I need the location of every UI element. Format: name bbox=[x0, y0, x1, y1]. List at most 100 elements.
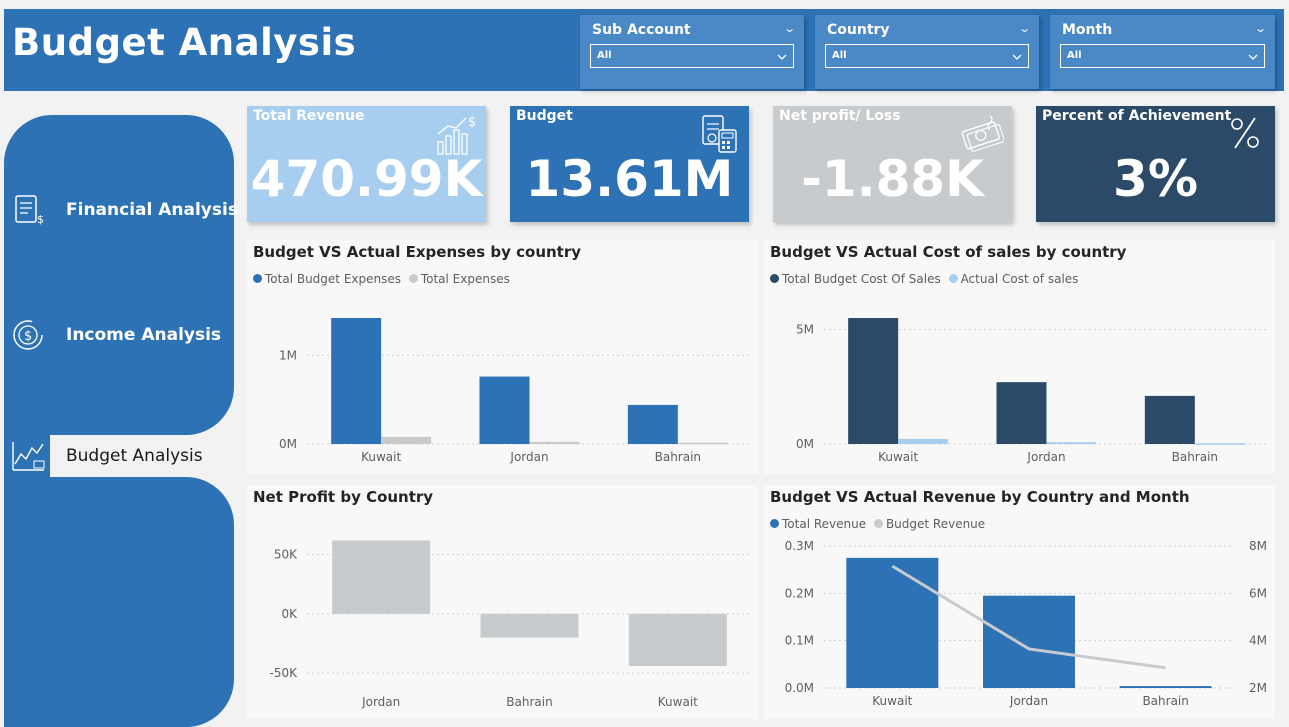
y-tick-label: 50K bbox=[274, 548, 298, 562]
y-tick-label: 0.0M bbox=[785, 681, 814, 695]
side-navigation: $ Financial Analysis $ Income Analysis B… bbox=[4, 115, 250, 727]
percent-icon bbox=[1231, 117, 1259, 149]
bar bbox=[331, 317, 382, 444]
chart-legend: Total Budget Cost Of Sales Actual Cost o… bbox=[770, 272, 1082, 286]
y2-tick-label: 6M bbox=[1249, 586, 1267, 600]
slicer-dropdown[interactable]: All bbox=[825, 44, 1029, 68]
slicer-value: All bbox=[1067, 50, 1082, 61]
kpi-label: Budget bbox=[516, 108, 573, 124]
document-dollar-icon: $ bbox=[15, 195, 44, 226]
x-tick-label: Jordan bbox=[509, 450, 548, 464]
chart-net-profit-by-country: 50K 0K -50K Jordan Bahrain Kuwait Net Profit … bbox=[247, 485, 758, 719]
nav-item-budget-analysis[interactable]: Budget Analysis bbox=[4, 436, 234, 476]
kpi-value: 13.61M bbox=[525, 150, 734, 208]
nav-item-financial-analysis[interactable]: $ Financial Analysis bbox=[4, 190, 238, 230]
legend-item[interactable]: Total Budget Expenses bbox=[253, 272, 401, 286]
kpi-card-net-profit-loss: Net profit/ Loss -1.88K bbox=[773, 106, 1012, 222]
nav-item-label: Income Analysis bbox=[66, 325, 222, 345]
bar bbox=[983, 595, 1075, 688]
nav-background bbox=[4, 115, 234, 435]
y-tick-label: 0M bbox=[796, 437, 814, 451]
slicer-label: Country bbox=[827, 22, 890, 38]
kpi-label: Percent of Achievement bbox=[1042, 108, 1232, 124]
legend-label: Actual Cost of sales bbox=[960, 272, 1079, 286]
slicer-month[interactable]: Month ⌄ All bbox=[1050, 15, 1275, 89]
slicer-dropdown[interactable]: All bbox=[590, 44, 794, 68]
legend-label: Total Revenue bbox=[782, 517, 867, 531]
x-tick-label: Kuwait bbox=[872, 694, 912, 708]
y-tick-label: 0K bbox=[281, 607, 298, 621]
chart-title: Budget VS Actual Revenue by Country and … bbox=[770, 488, 1190, 506]
kpi-label: Total Revenue bbox=[253, 108, 365, 124]
bar bbox=[1194, 443, 1245, 445]
y-tick-label: -50K bbox=[270, 666, 299, 680]
slicer-label: Month bbox=[1062, 22, 1113, 38]
legend-item[interactable]: Budget Revenue bbox=[873, 517, 986, 531]
y-tick-label: 5M bbox=[796, 322, 814, 336]
y-tick-label: 1M bbox=[279, 348, 297, 362]
slicer-dropdown[interactable]: All bbox=[1060, 44, 1265, 68]
x-tick-label: Kuwait bbox=[361, 450, 401, 464]
svg-text:$: $ bbox=[468, 115, 476, 130]
nav-item-label: Financial Analysis bbox=[66, 200, 238, 220]
legend-item[interactable]: Total Expenses bbox=[408, 272, 510, 286]
kpi-label: Net profit/ Loss bbox=[779, 108, 901, 124]
kpi-value: 470.99K bbox=[250, 150, 483, 208]
nav-item-label: Budget Analysis bbox=[66, 446, 203, 466]
legend-item[interactable]: Total Budget Cost Of Sales bbox=[770, 272, 941, 286]
legend-label: Budget Revenue bbox=[885, 517, 986, 531]
bar bbox=[381, 436, 432, 444]
header-bar: Budget Analysis Sub Account ⌄ All Countr… bbox=[4, 9, 1284, 91]
x-tick-label: Jordan bbox=[1026, 450, 1065, 464]
chevron-down-icon[interactable]: ⌄ bbox=[1018, 22, 1031, 35]
bar bbox=[529, 441, 580, 444]
dashboard-page: Budget Analysis Sub Account ⌄ All Countr… bbox=[0, 0, 1289, 727]
bar bbox=[628, 613, 727, 667]
chart-budget-vs-actual-cost-of-sales: 0M 5M Kuwait Jordan Bahrain Budget VS Actual… bbox=[764, 240, 1275, 474]
slicer-label: Sub Account bbox=[592, 22, 691, 38]
chart-budget-vs-actual-expenses: 0M 1M Kuwait Jordan Bahrain Budget VS Actual… bbox=[247, 240, 758, 474]
svg-text:$: $ bbox=[37, 213, 44, 226]
chevron-down-icon bbox=[777, 54, 787, 60]
x-tick-label: Kuwait bbox=[878, 450, 918, 464]
bar bbox=[479, 376, 530, 444]
bar bbox=[677, 442, 728, 445]
slicer-value: All bbox=[597, 50, 612, 61]
dollar-refresh-icon: $ bbox=[13, 320, 43, 350]
x-tick-label: Bahrain bbox=[655, 450, 701, 464]
chart-plot: 50K 0K -50K Jordan Bahrain Kuwait bbox=[270, 540, 752, 709]
kpi-value: 3% bbox=[1113, 150, 1198, 208]
chevron-down-icon[interactable]: ⌄ bbox=[783, 22, 796, 35]
bar bbox=[848, 318, 899, 444]
y-tick-label: 0.2M bbox=[785, 586, 814, 600]
kpi-card-percent-achievement: Percent of Achievement 3% bbox=[1036, 106, 1275, 222]
y2-tick-label: 4M bbox=[1249, 634, 1267, 648]
chart-legend: Total Revenue Budget Revenue bbox=[770, 517, 989, 531]
kpi-value: -1.88K bbox=[801, 150, 984, 208]
slicer-sub-account[interactable]: Sub Account ⌄ All bbox=[580, 15, 804, 89]
bar bbox=[332, 540, 431, 614]
chevron-down-icon[interactable]: ⌄ bbox=[1254, 22, 1267, 35]
legend-label: Total Expenses bbox=[420, 272, 510, 286]
bar bbox=[1144, 395, 1195, 444]
legend-label: Total Budget Cost Of Sales bbox=[782, 272, 941, 286]
legend-label: Total Budget Expenses bbox=[265, 272, 401, 286]
bar bbox=[480, 613, 579, 638]
kpi-card-total-revenue: Total Revenue $ 470.99K bbox=[247, 106, 486, 222]
slicer-value: All bbox=[832, 50, 847, 61]
legend-item[interactable]: Actual Cost of sales bbox=[948, 272, 1079, 286]
y-tick-label: 0.3M bbox=[785, 539, 814, 553]
legend-item[interactable]: Total Revenue bbox=[770, 517, 866, 531]
slicer-country[interactable]: Country ⌄ All bbox=[815, 15, 1039, 89]
chart-legend: Total Budget Expenses Total Expenses bbox=[253, 272, 514, 286]
chevron-down-icon bbox=[1248, 54, 1258, 60]
nav-background bbox=[4, 477, 234, 727]
bar bbox=[1046, 442, 1097, 444]
chevron-down-icon bbox=[1012, 54, 1022, 60]
chart-budget-vs-actual-revenue: 0.0M 0.1M 0.2M 0.3M 2M 4M 6M 8M Kuwait Jordan Bahr… bbox=[764, 485, 1275, 719]
nav-item-income-analysis[interactable]: $ Income Analysis bbox=[4, 315, 234, 355]
x-tick-label: Kuwait bbox=[658, 695, 698, 709]
x-tick-label: Bahrain bbox=[506, 695, 552, 709]
chart-title: Budget VS Actual Expenses by country bbox=[253, 243, 582, 261]
chart-title: Net Profit by Country bbox=[253, 488, 434, 506]
